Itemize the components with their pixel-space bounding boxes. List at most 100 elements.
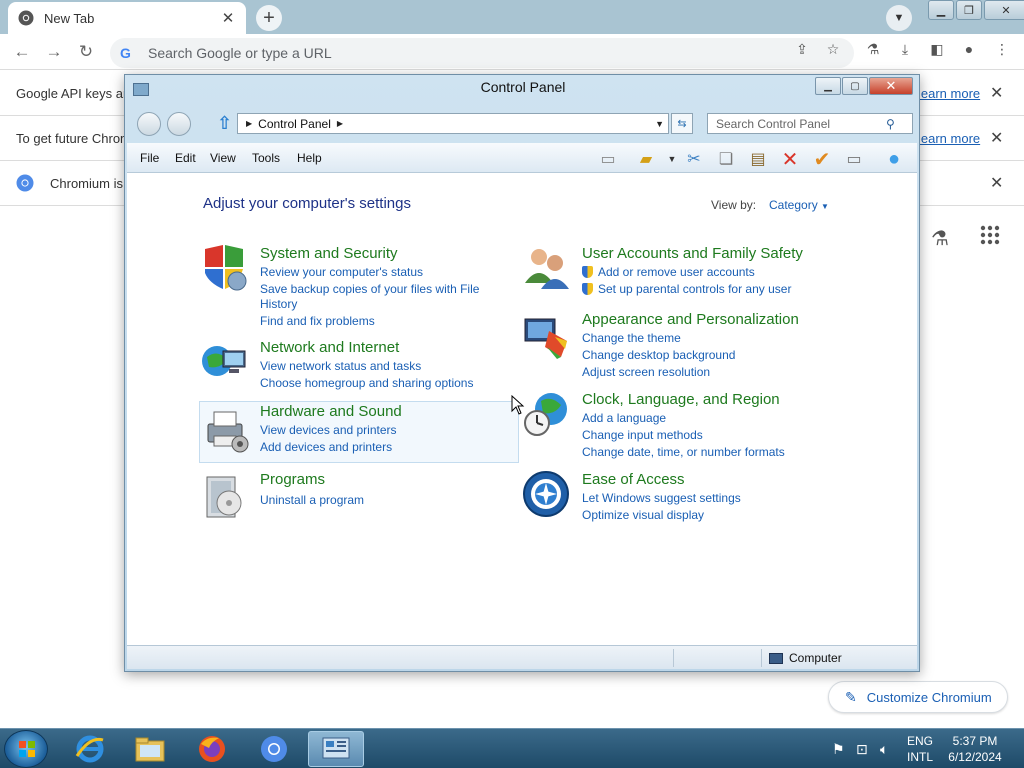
up-arrow-icon[interactable]: ⇧ bbox=[217, 113, 232, 134]
category-link[interactable]: Add or remove user accounts bbox=[582, 265, 755, 280]
action-center-flag-icon[interactable]: ⚑ bbox=[832, 741, 845, 758]
forward-arrow-icon[interactable]: → bbox=[43, 41, 65, 63]
paste-icon[interactable]: ▤ bbox=[747, 148, 769, 170]
clock-globe-icon[interactable] bbox=[521, 389, 571, 439]
ease-of-access-icon[interactable] bbox=[521, 469, 571, 519]
menu-kebab-icon[interactable]: ⋮ bbox=[993, 40, 1011, 58]
category-title[interactable]: Clock, Language, and Region bbox=[582, 391, 780, 408]
category-link[interactable]: Set up parental controls for any user bbox=[582, 282, 791, 297]
breadcrumb-arrow-icon[interactable]: ▶ bbox=[337, 119, 343, 128]
network-globe-icon[interactable] bbox=[199, 339, 249, 389]
start-button[interactable] bbox=[4, 730, 48, 768]
category-link[interactable]: Change input methods bbox=[582, 428, 703, 443]
breadcrumb-control-panel[interactable]: Control Panel bbox=[258, 117, 331, 131]
reload-icon[interactable]: ↻ bbox=[75, 41, 97, 63]
side-panel-icon[interactable]: ◧ bbox=[928, 40, 946, 58]
users-icon[interactable] bbox=[521, 243, 571, 293]
forward-button[interactable] bbox=[167, 112, 191, 136]
refresh-button[interactable]: ⇆ bbox=[671, 113, 693, 134]
apps-grid-icon[interactable] bbox=[980, 225, 1000, 251]
view-by-dropdown[interactable]: Category ▼ bbox=[769, 198, 829, 212]
appearance-monitor-icon[interactable] bbox=[521, 313, 571, 363]
labs-flask-icon[interactable]: ⚗ bbox=[864, 40, 882, 58]
category-link[interactable]: Save backup copies of your files with Fi… bbox=[260, 282, 479, 297]
minimize-button[interactable]: ▁ bbox=[928, 0, 954, 20]
new-tab-button[interactable]: + bbox=[256, 5, 282, 31]
category-link[interactable]: Review your computer's status bbox=[260, 265, 423, 280]
learn-more-link[interactable]: learn more bbox=[918, 86, 980, 101]
restore-button[interactable]: ❐ bbox=[956, 0, 982, 20]
tab-close-icon[interactable]: ✕ bbox=[220, 9, 236, 27]
category-title[interactable]: Ease of Access bbox=[582, 471, 685, 488]
category-hardware-sound[interactable]: Hardware and Sound View devices and prin… bbox=[199, 401, 519, 463]
category-link[interactable]: Choose homegroup and sharing options bbox=[260, 376, 473, 391]
address-bar[interactable]: ▶ Control Panel ▶ ▼ bbox=[237, 113, 669, 134]
menu-help[interactable]: Help bbox=[297, 151, 322, 165]
share-icon[interactable]: ⇪ bbox=[793, 40, 811, 58]
taskbar-file-explorer[interactable] bbox=[122, 731, 178, 767]
customize-chromium-button[interactable]: ✎ Customize Chromium bbox=[828, 681, 1008, 713]
layout-icon[interactable]: ▭ bbox=[597, 148, 619, 170]
taskbar-internet-explorer[interactable] bbox=[62, 731, 118, 767]
search-input[interactable] bbox=[708, 116, 886, 131]
taskbar-chromium[interactable] bbox=[246, 731, 302, 767]
profile-avatar-icon[interactable]: ● bbox=[960, 40, 978, 58]
close-button[interactable]: ✕ bbox=[869, 77, 913, 95]
checkmark-icon[interactable]: ✔ bbox=[811, 148, 833, 171]
folder-check-icon[interactable]: ▰ bbox=[635, 148, 657, 170]
category-link[interactable]: Adjust screen resolution bbox=[582, 365, 710, 380]
globe-icon[interactable]: ● bbox=[883, 148, 905, 170]
language-indicator[interactable]: ENG INTL bbox=[904, 733, 936, 765]
infobar-close-icon[interactable]: ✕ bbox=[990, 83, 1003, 103]
category-link[interactable]: Add devices and printers bbox=[260, 440, 392, 455]
download-icon[interactable]: ⤓ bbox=[896, 40, 914, 58]
category-link[interactable]: History bbox=[260, 297, 297, 312]
learn-more-link[interactable]: learn more bbox=[918, 131, 980, 146]
shield-icon[interactable] bbox=[199, 243, 249, 293]
cut-icon[interactable]: ✂ bbox=[683, 148, 705, 170]
category-link[interactable]: Optimize visual display bbox=[582, 508, 704, 523]
category-title[interactable]: System and Security bbox=[260, 245, 398, 262]
category-title[interactable]: Appearance and Personalization bbox=[582, 311, 799, 328]
search-icon[interactable]: ⚲ bbox=[886, 117, 895, 131]
category-title[interactable]: Network and Internet bbox=[260, 339, 399, 356]
infobar-close-icon[interactable]: ✕ bbox=[990, 173, 1003, 193]
category-link[interactable]: Add a language bbox=[582, 411, 666, 426]
dropdown-arrow-icon[interactable]: ▼ bbox=[661, 148, 683, 170]
omnibox[interactable]: G bbox=[110, 38, 854, 68]
close-button[interactable]: ✕ bbox=[984, 0, 1024, 20]
category-link[interactable]: Find and fix problems bbox=[260, 314, 375, 329]
network-icon[interactable]: ⊡ bbox=[856, 741, 868, 758]
menu-view[interactable]: View bbox=[210, 151, 236, 165]
properties-icon[interactable]: ▭ bbox=[843, 148, 865, 170]
programs-disc-icon[interactable] bbox=[199, 473, 249, 523]
delete-icon[interactable]: ✕ bbox=[779, 148, 801, 171]
tab-search-button[interactable]: ▼ bbox=[886, 5, 912, 31]
copy-icon[interactable]: ❏ bbox=[715, 148, 737, 170]
printer-icon[interactable] bbox=[202, 406, 252, 456]
address-dropdown-icon[interactable]: ▼ bbox=[655, 119, 664, 129]
menu-tools[interactable]: Tools bbox=[252, 151, 280, 165]
category-link[interactable]: Uninstall a program bbox=[260, 493, 364, 508]
search-box[interactable]: ⚲ bbox=[707, 113, 913, 134]
category-title[interactable]: Hardware and Sound bbox=[260, 403, 402, 420]
back-button[interactable] bbox=[137, 112, 161, 136]
omnibox-input[interactable] bbox=[148, 45, 748, 61]
category-title[interactable]: Programs bbox=[260, 471, 325, 488]
taskbar-control-panel[interactable] bbox=[308, 731, 364, 767]
category-link[interactable]: View network status and tasks bbox=[260, 359, 421, 374]
labs-flask-icon[interactable]: ⚗ bbox=[931, 226, 949, 251]
tab-new-tab[interactable]: New Tab ✕ bbox=[8, 2, 246, 34]
menu-file[interactable]: File bbox=[140, 151, 159, 165]
infobar-close-icon[interactable]: ✕ bbox=[990, 128, 1003, 148]
category-link[interactable]: Change the theme bbox=[582, 331, 681, 346]
clock[interactable]: 5:37 PM 6/12/2024 bbox=[940, 733, 1010, 765]
category-link[interactable]: View devices and printers bbox=[260, 423, 397, 438]
menu-edit[interactable]: Edit bbox=[175, 151, 196, 165]
category-link[interactable]: Change desktop background bbox=[582, 348, 735, 363]
maximize-button[interactable]: ▢ bbox=[842, 77, 868, 95]
category-link[interactable]: Let Windows suggest settings bbox=[582, 491, 741, 506]
back-arrow-icon[interactable]: ← bbox=[11, 41, 33, 63]
category-title[interactable]: User Accounts and Family Safety bbox=[582, 245, 803, 262]
bookmark-star-icon[interactable]: ☆ bbox=[824, 40, 842, 58]
